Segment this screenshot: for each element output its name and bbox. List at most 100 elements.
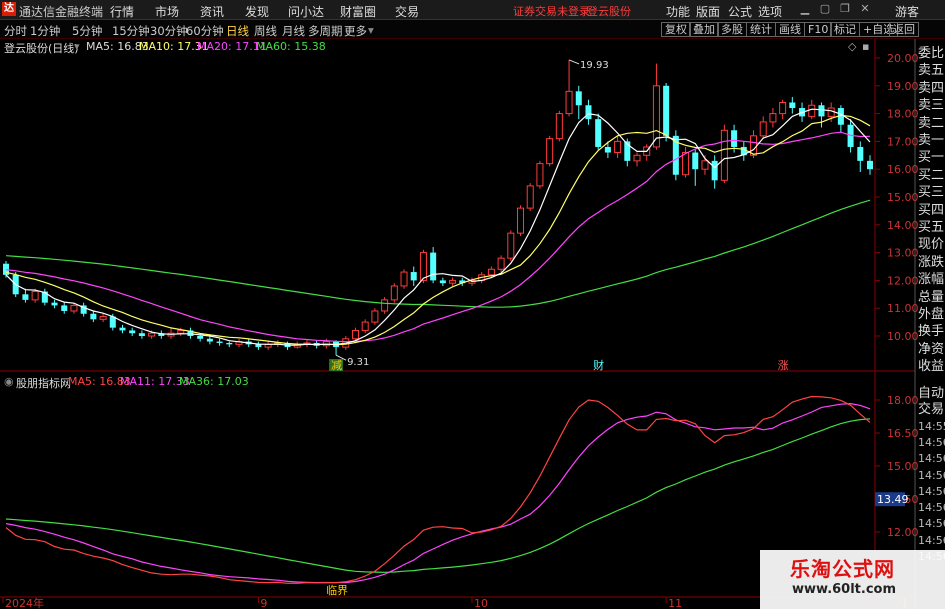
time-tick-label: 10 <box>474 597 488 609</box>
price-tick-label: 20.00 <box>887 52 919 65</box>
candle-down <box>197 336 204 339</box>
indicator-title: 股朋指标网 <box>16 377 71 390</box>
quote-field-3: 卖三 <box>918 98 945 114</box>
ma20-line <box>5 131 871 343</box>
candle-down <box>61 305 68 311</box>
candle-down <box>410 272 417 281</box>
candle-up <box>808 104 816 117</box>
candle-down <box>226 342 233 345</box>
candle-down <box>255 344 262 348</box>
ind-tick-label: 18.00 <box>887 394 919 407</box>
trade-tick-5: 14:56 <box>918 468 945 482</box>
candle-down <box>216 341 223 343</box>
price-tick-label: 15.00 <box>887 191 919 204</box>
candle-down <box>22 294 29 300</box>
candle-up <box>614 140 622 154</box>
candle-up <box>31 291 39 301</box>
candle-up <box>827 107 835 117</box>
quote-field-0: 委比 <box>918 46 945 61</box>
quote-field-11: 现价 <box>918 237 945 253</box>
candle-down <box>789 102 796 109</box>
price-tick-label: 13.00 <box>887 247 919 260</box>
quote-field-17: 净资 <box>918 341 945 357</box>
candle-up <box>419 252 427 281</box>
trade-tick-1[interactable]: 交易 <box>918 401 945 418</box>
price-tick-label: 14.00 <box>887 219 919 232</box>
ma10-line <box>5 114 871 346</box>
candle-down <box>51 302 58 306</box>
trade-tick-7: 14:56 <box>918 501 945 515</box>
candle-up <box>177 329 185 334</box>
trade-tick-4: 14:56 <box>918 452 945 466</box>
ind-tick-label: 12.00 <box>887 526 919 539</box>
price-tick-label: 10.00 <box>887 330 919 343</box>
candle-up <box>526 185 534 209</box>
ma5-line <box>5 108 871 346</box>
quote-field-14: 总量 <box>918 289 945 305</box>
candle-up <box>633 154 641 162</box>
candle-up <box>546 138 554 165</box>
candle-down <box>90 313 97 320</box>
price-tick-label: 16.00 <box>887 163 919 176</box>
time-tick-label: 11 <box>668 597 682 609</box>
candle-down <box>857 146 864 161</box>
quote-field-4: 卖二 <box>918 115 945 131</box>
candle-up <box>749 135 758 156</box>
indicator-options-icon[interactable]: ◉ <box>4 375 14 391</box>
candle-up <box>497 257 505 270</box>
price-tick-label: 12.00 <box>887 274 919 287</box>
candle-down <box>138 333 145 336</box>
time-tick-label: 9 <box>260 597 267 609</box>
candle-down <box>575 91 582 106</box>
candle-up <box>400 271 408 287</box>
candle-up <box>351 329 359 340</box>
quote-field-6: 买一 <box>918 150 945 166</box>
candle-down <box>206 338 213 342</box>
quote-field-5: 卖一 <box>918 133 945 148</box>
quote-field-9: 买四 <box>918 202 945 218</box>
candle-down <box>731 130 738 147</box>
trade-tick-9: 14:56 <box>918 533 945 547</box>
candle-down <box>711 160 718 181</box>
candle-up <box>536 163 544 187</box>
candle-down <box>818 105 825 117</box>
current-value-label: 13.49 <box>877 493 909 506</box>
quote-field-1: 卖五 <box>918 63 945 79</box>
quote-field-7: 买二 <box>918 167 945 183</box>
ind-tick-label: 15.00 <box>887 460 919 473</box>
ind-ma5-line <box>5 395 871 584</box>
ind-ma11-line <box>5 402 871 584</box>
trade-tick-0[interactable]: 自动 <box>918 385 945 402</box>
candle-down <box>604 146 611 153</box>
candle-up <box>769 113 777 123</box>
candle-up <box>99 316 107 320</box>
candle-up <box>148 332 156 337</box>
quote-field-10: 买五 <box>918 220 945 235</box>
candle-up <box>565 90 573 115</box>
low-price-label: 9.31 <box>347 357 369 368</box>
candle-down <box>439 280 446 284</box>
event-marker: 财 <box>593 358 604 372</box>
candle-down <box>129 330 136 334</box>
candle-down <box>585 105 592 120</box>
watermark-title: 乐淘公式网 <box>790 557 895 581</box>
candle-up <box>517 207 525 234</box>
ind-ma36-line <box>5 418 871 573</box>
event-marker: 减 <box>331 359 342 372</box>
quote-field-13: 涨幅 <box>918 272 945 288</box>
kline-chart[interactable]: 20.00 19.00 18.00 17.00 16.00 15.00 14.00 13.00… <box>0 0 945 609</box>
ind-tick-label: 16.50 <box>887 427 919 440</box>
quote-field-8: 买三 <box>918 185 945 201</box>
quote-field-15: 外盘 <box>918 307 945 322</box>
quote-field-2: 卖四 <box>918 80 945 96</box>
candle-up <box>701 160 709 170</box>
quote-field-12: 涨跌 <box>918 254 945 270</box>
price-tick-label: 18.00 <box>887 108 919 121</box>
price-tick-label: 19.00 <box>887 80 919 93</box>
candle-up <box>555 113 563 140</box>
candle-up <box>759 121 767 137</box>
candle-up <box>361 321 369 331</box>
quote-field-16: 换手 <box>918 324 945 340</box>
trade-tick-6: 14:56 <box>918 484 945 498</box>
candle-down <box>692 152 699 170</box>
